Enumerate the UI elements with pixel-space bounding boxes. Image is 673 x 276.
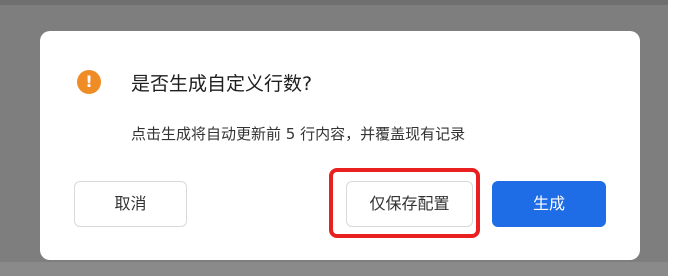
backdrop-top-edge (0, 0, 668, 5)
save-config-only-button[interactable]: 仅保存配置 (346, 181, 473, 227)
dialog-title: 是否生成自定义行数? (131, 73, 313, 95)
cancel-button[interactable]: 取消 (74, 181, 187, 227)
warning-icon: ! (77, 70, 101, 94)
generate-button[interactable]: 生成 (492, 181, 606, 227)
dialog-description: 点击生成将自动更新前 5 行内容，并覆盖现有记录 (131, 125, 466, 143)
backdrop-bottom-edge (0, 262, 668, 276)
confirm-dialog: ! 是否生成自定义行数? 点击生成将自动更新前 5 行内容，并覆盖现有记录 取消… (40, 31, 640, 260)
